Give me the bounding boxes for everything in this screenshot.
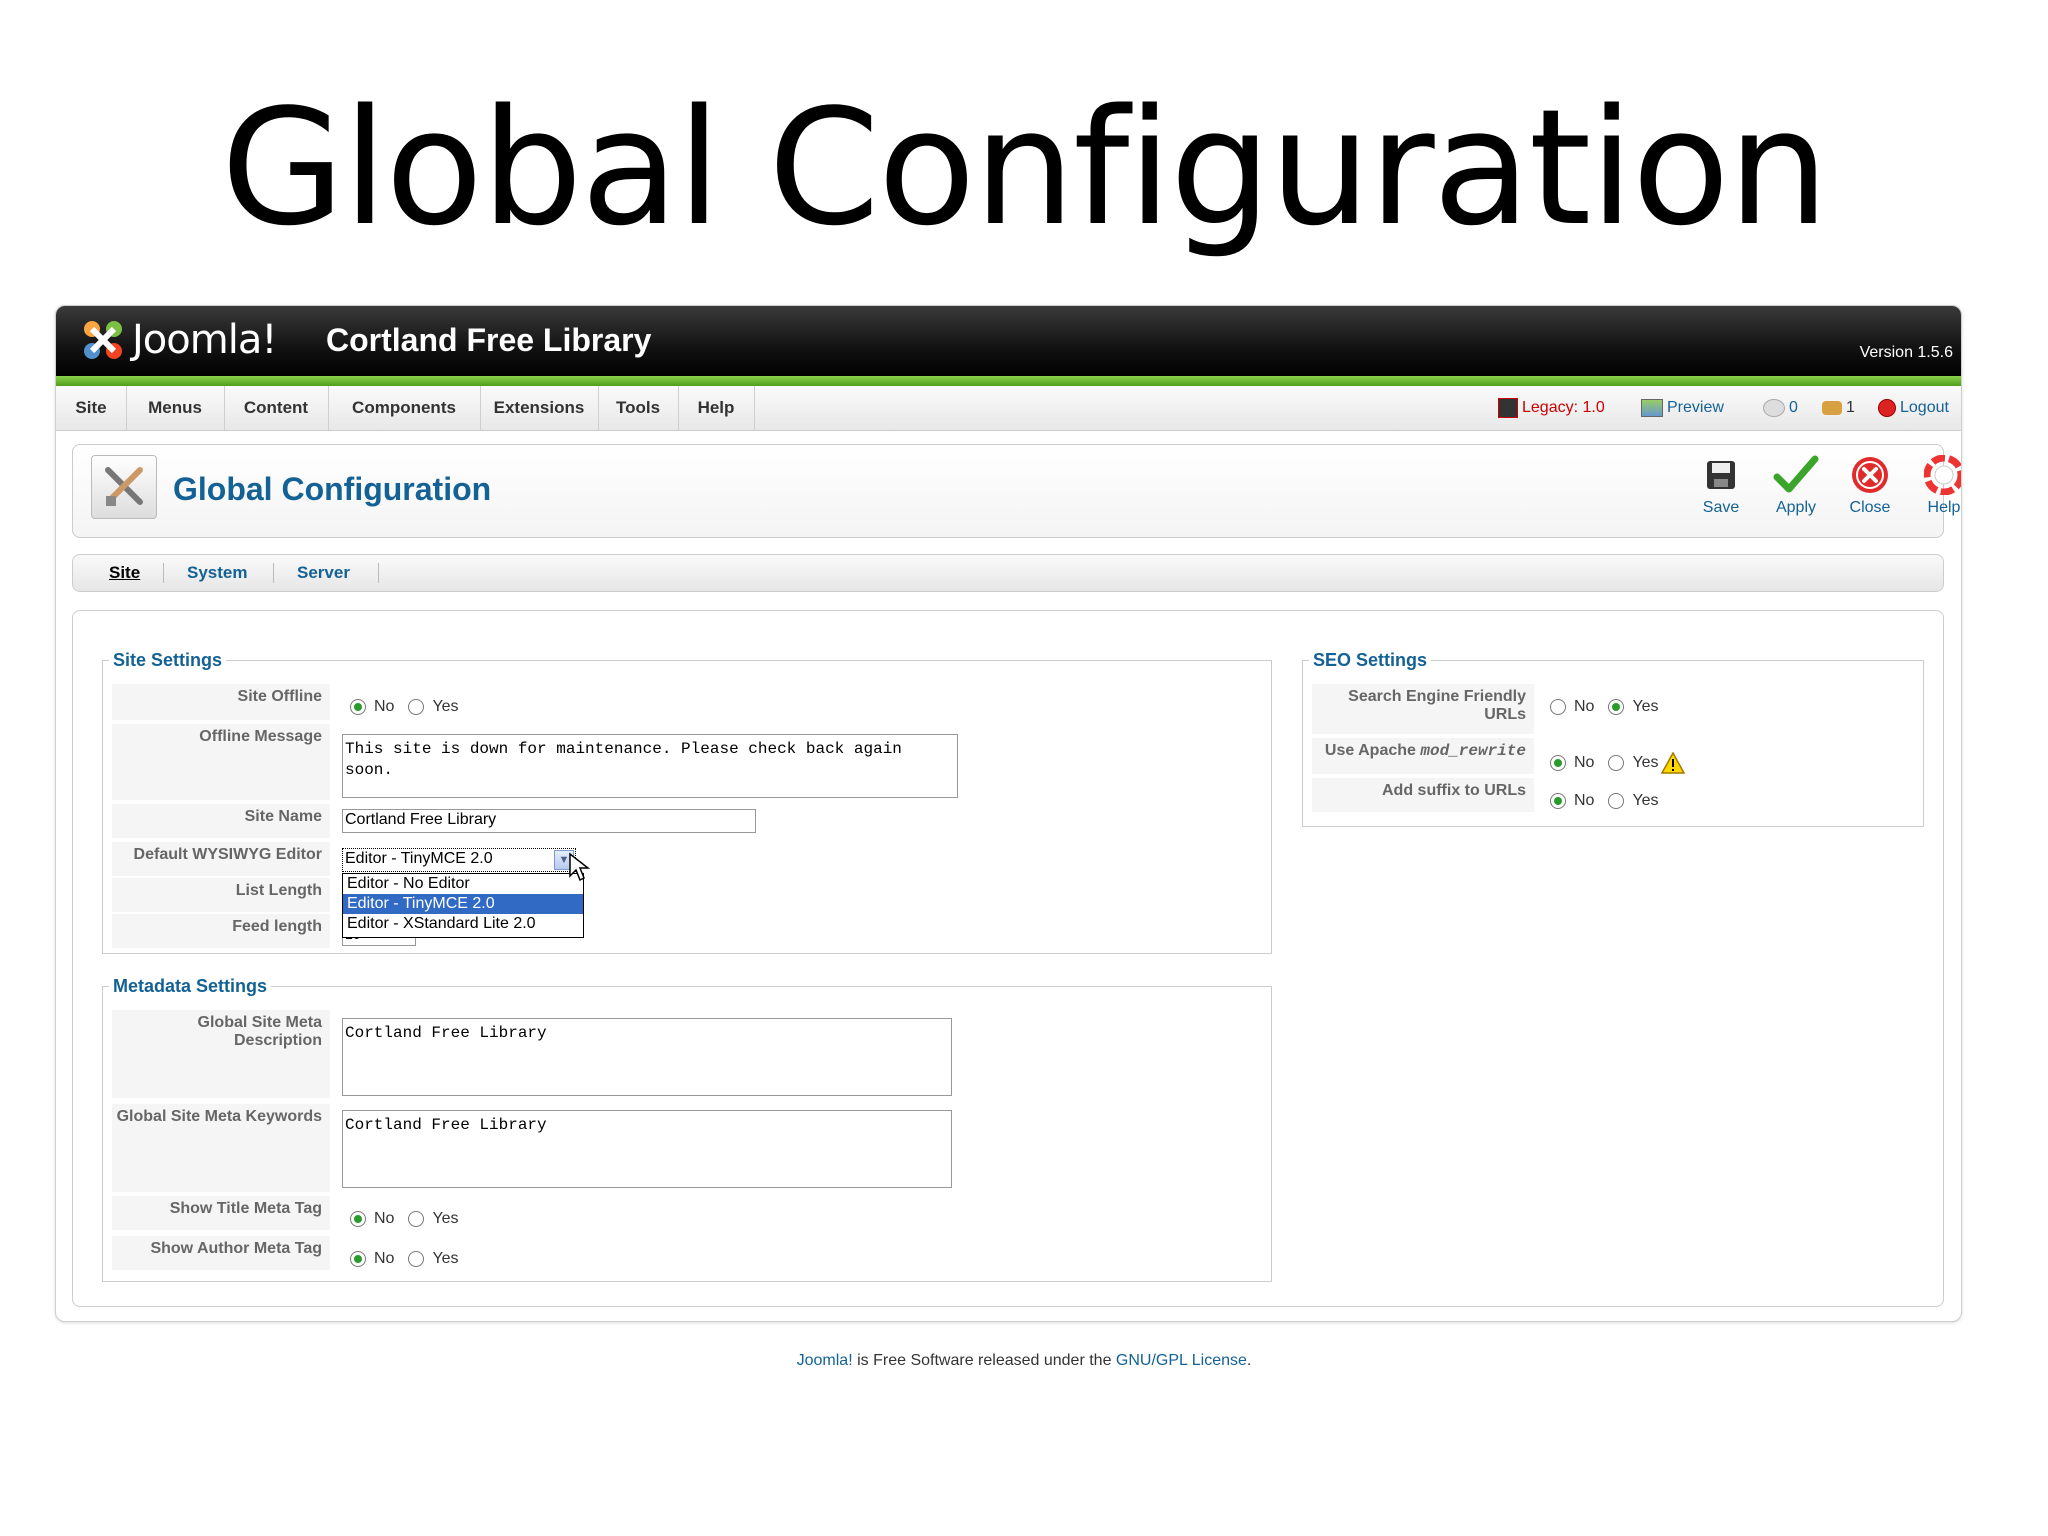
menu-components[interactable]: Components xyxy=(328,386,481,430)
sef-urls-label: Search Engine Friendly URLs xyxy=(1312,684,1534,734)
meta-description-textarea[interactable]: Cortland Free Library xyxy=(342,1018,952,1096)
menu-tools[interactable]: Tools xyxy=(598,386,679,430)
editor-option[interactable]: Editor - No Editor xyxy=(343,874,583,894)
url-suffix-no-radio[interactable] xyxy=(1550,793,1566,809)
mouse-cursor-icon xyxy=(569,852,590,882)
checkmark-apply-icon xyxy=(1773,455,1819,493)
version-label: Version 1.5.6 xyxy=(1859,344,1953,361)
configuration-icon xyxy=(91,455,157,519)
preview-link[interactable]: Preview xyxy=(1641,386,1724,430)
feed-length-label: Feed length xyxy=(112,914,330,948)
url-suffix-label: Add suffix to URLs xyxy=(1312,778,1534,812)
menu-menus[interactable]: Menus xyxy=(126,386,225,430)
mod-rewrite-no-radio[interactable] xyxy=(1550,755,1566,771)
header-bar: Joomla! Cortland Free Library Version 1.… xyxy=(56,306,1961,376)
editor-select[interactable]: Editor - TinyMCE 2.0 ▼ xyxy=(342,848,576,872)
users-icon xyxy=(1822,401,1842,415)
site-offline-yes-radio[interactable] xyxy=(408,699,425,715)
tab-separator xyxy=(273,563,274,583)
sef-urls-radios: No Yes xyxy=(1550,698,1659,716)
sef-urls-no-radio[interactable] xyxy=(1550,699,1566,715)
editor-option-selected[interactable]: Editor - TinyMCE 2.0 xyxy=(343,894,583,914)
tab-separator xyxy=(163,563,164,583)
tab-separator xyxy=(378,563,379,583)
site-name-input[interactable]: Cortland Free Library xyxy=(342,809,756,833)
meta-keywords-label: Global Site Meta Keywords xyxy=(112,1104,330,1192)
warning-icon xyxy=(1660,752,1685,774)
header-stripe xyxy=(56,376,1961,386)
tab-site[interactable]: Site xyxy=(109,555,140,591)
seo-settings-legend: SEO Settings xyxy=(1313,650,1428,670)
editor-option[interactable]: Editor - XStandard Lite 2.0 xyxy=(343,914,583,934)
site-offline-label: Site Offline xyxy=(112,684,330,720)
show-author-meta-label: Show Author Meta Tag xyxy=(112,1236,330,1270)
slide-title: Global Configuration xyxy=(220,74,1829,261)
show-title-meta-label: Show Title Meta Tag xyxy=(112,1196,330,1230)
close-button[interactable]: Close xyxy=(1835,455,1905,517)
joomla-logo-text: Joomla! xyxy=(132,317,277,363)
site-offline-no-radio[interactable] xyxy=(350,699,366,715)
joomla-link[interactable]: Joomla! xyxy=(797,1352,853,1369)
users-online-count: 1 xyxy=(1822,386,1855,430)
editor-label: Default WYSIWYG Editor xyxy=(112,842,330,876)
tab-server[interactable]: Server xyxy=(297,555,350,591)
apply-button[interactable]: Apply xyxy=(1761,455,1831,517)
save-button[interactable]: Save xyxy=(1686,455,1756,517)
logout-icon xyxy=(1878,399,1896,417)
show-title-meta-radios: No Yes xyxy=(350,1210,459,1228)
sef-urls-yes-radio[interactable] xyxy=(1608,699,1625,715)
mod-rewrite-radios: No Yes xyxy=(1550,752,1685,774)
tab-system[interactable]: System xyxy=(187,555,247,591)
footer: Joomla! is Free Software released under … xyxy=(796,1352,1252,1369)
toolbar-box: Global Configuration Save Apply Close He… xyxy=(72,444,1961,538)
gpl-license-link[interactable]: GNU/GPL License xyxy=(1116,1352,1247,1369)
offline-message-textarea[interactable]: This site is down for maintenance. Pleas… xyxy=(342,734,958,798)
preview-label: Preview xyxy=(1667,399,1724,416)
floppy-save-icon xyxy=(1707,461,1735,489)
preview-icon xyxy=(1641,399,1663,417)
message-icon xyxy=(1763,399,1785,417)
menu-help[interactable]: Help xyxy=(678,386,755,430)
site-name: Cortland Free Library xyxy=(326,322,652,358)
help-button[interactable]: Help xyxy=(1909,455,1961,517)
legacy-label: Legacy: 1.0 xyxy=(1522,399,1605,416)
close-icon xyxy=(1852,457,1888,493)
mod-rewrite-yes-radio[interactable] xyxy=(1608,755,1625,771)
offline-message-label: Offline Message xyxy=(112,724,330,800)
url-suffix-yes-radio[interactable] xyxy=(1608,793,1625,809)
show-title-yes-radio[interactable] xyxy=(408,1211,425,1227)
show-title-no-radio[interactable] xyxy=(350,1211,366,1227)
mod-rewrite-label: Use Apache mod_rewrite xyxy=(1312,738,1534,774)
lifebuoy-help-icon xyxy=(1924,455,1961,495)
url-suffix-radios: No Yes xyxy=(1550,792,1659,810)
joomla-logo: Joomla! xyxy=(80,316,277,364)
site-name-label: Site Name xyxy=(112,804,330,838)
meta-keywords-textarea[interactable]: Cortland Free Library xyxy=(342,1110,952,1188)
joomla-logo-icon xyxy=(84,321,122,359)
meta-description-label: Global Site Meta Description xyxy=(112,1010,330,1098)
menubar: Site Menus Content Components Extensions… xyxy=(56,386,1961,431)
menu-content[interactable]: Content xyxy=(224,386,329,430)
show-author-no-radio[interactable] xyxy=(350,1251,366,1267)
show-author-yes-radio[interactable] xyxy=(408,1251,425,1267)
legacy-icon xyxy=(1498,398,1518,418)
messages-count[interactable]: 0 xyxy=(1763,386,1798,430)
site-offline-radios: No Yes xyxy=(350,698,459,716)
tabs-bar: Site System Server xyxy=(72,554,1944,592)
site-settings-legend: Site Settings xyxy=(113,650,223,670)
show-author-meta-radios: No Yes xyxy=(350,1250,459,1268)
menu-extensions[interactable]: Extensions xyxy=(480,386,599,430)
metadata-settings-legend: Metadata Settings xyxy=(113,976,268,996)
editor-dropdown-list: Editor - No Editor Editor - TinyMCE 2.0 … xyxy=(342,873,584,938)
menu-site[interactable]: Site xyxy=(56,386,127,430)
logout-link[interactable]: Logout xyxy=(1878,386,1949,430)
list-length-label: List Length xyxy=(112,878,330,912)
page-title: Global Configuration xyxy=(173,471,492,507)
legacy-status[interactable]: Legacy: 1.0 xyxy=(1498,386,1605,430)
